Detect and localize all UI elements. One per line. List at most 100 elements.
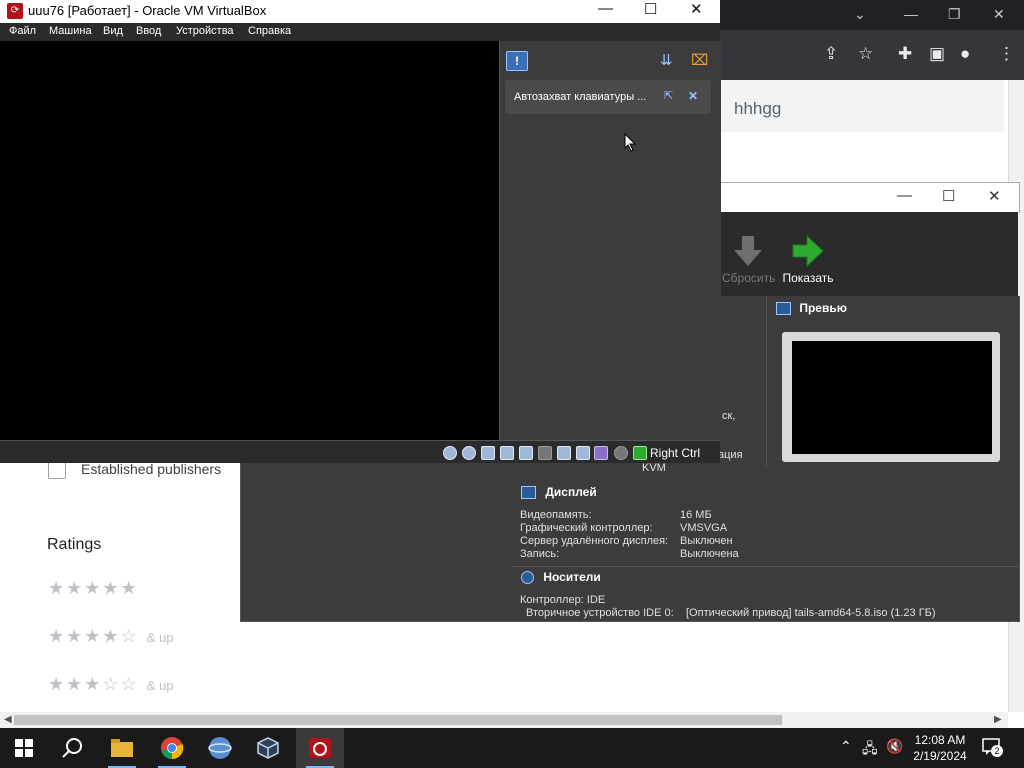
show-label: Показать xyxy=(782,271,834,285)
virtualization-status-icon[interactable] xyxy=(594,446,608,460)
vm-window-taskbar-button[interactable] xyxy=(296,728,344,768)
start-button[interactable] xyxy=(0,728,48,768)
network-tray-icon[interactable]: 🖧 xyxy=(862,738,878,762)
scrollbar-thumb[interactable] xyxy=(14,715,782,725)
chrome-close-button[interactable]: ✕ xyxy=(993,6,1005,23)
shared-folders-status-icon[interactable] xyxy=(538,446,552,460)
optical-drive-status-icon[interactable] xyxy=(462,446,476,460)
vbm-minimize-button[interactable]: — xyxy=(897,187,912,204)
display-row-label-2: Сервер удалённого дисплея: xyxy=(520,535,669,547)
volume-muted-icon[interactable]: 🔇 xyxy=(886,738,903,755)
display-row-label-0: Видеопамять: xyxy=(520,509,592,521)
horizontal-scrollbar[interactable]: ◀ ▶ xyxy=(0,712,1008,728)
vbox-manager-titlebar: — ☐ ✕ xyxy=(720,182,1020,213)
show-button[interactable]: Показать xyxy=(780,234,836,285)
rating-filter-4[interactable]: ★★★★☆ & up xyxy=(48,626,173,648)
menu-view[interactable]: Вид xyxy=(103,25,123,37)
pin-notification-icon[interactable]: ⇱ xyxy=(664,89,673,102)
vbm-close-button[interactable]: ✕ xyxy=(988,187,1001,205)
close-notification-icon[interactable]: ✕ xyxy=(688,89,698,103)
bookmark-star-icon[interactable]: ☆ xyxy=(858,44,873,64)
chrome-tab-search-icon[interactable]: ⌄ xyxy=(854,6,866,23)
vm-window-titlebar: ⟳ uuu76 [Работает] - Oracle VM VirtualBo… xyxy=(0,0,720,24)
folder-icon xyxy=(111,739,133,757)
host-key-label[interactable]: Right Ctrl xyxy=(650,446,700,460)
mouse-integration-status-icon[interactable] xyxy=(614,446,628,460)
vm-minimize-button[interactable]: — xyxy=(598,0,613,17)
clock-date: 2/19/2024 xyxy=(913,749,967,763)
vm-window-app-icon xyxy=(309,738,331,758)
menu-input[interactable]: Ввод xyxy=(136,25,161,37)
menu-devices[interactable]: Устройства xyxy=(176,25,234,37)
menu-machine[interactable]: Машина xyxy=(49,25,92,37)
search-button[interactable] xyxy=(48,728,96,768)
vm-close-button[interactable]: ✕ xyxy=(690,0,703,18)
side-panel-icon[interactable]: ▣ xyxy=(929,44,945,64)
clear-notifications-icon[interactable]: ⌧ xyxy=(691,51,708,69)
vm-statusbar: Right Ctrl xyxy=(0,440,720,463)
four-stars-icon: ★★★★☆ xyxy=(48,626,139,646)
show-arrow-icon xyxy=(792,234,824,268)
chrome-menu-icon[interactable]: ⋮ xyxy=(998,44,1015,64)
and-up-label: & up xyxy=(146,630,174,645)
notification-center-pane: ! ⇊ ⌧ Автозахват клавиатуры ... ⇱ ✕ xyxy=(499,41,721,439)
display-row-label-1: Графический контроллер: xyxy=(520,522,653,534)
scroll-right-icon[interactable]: ▶ xyxy=(994,714,1002,725)
display-row-value-2: Выключен xyxy=(680,535,733,547)
audio-status-icon[interactable] xyxy=(481,446,495,460)
reset-button[interactable]: Сбросить xyxy=(722,234,776,285)
scroll-left-icon[interactable]: ◀ xyxy=(4,714,12,725)
reset-arrow-icon xyxy=(734,236,762,266)
virtualbox-taskbar-button[interactable] xyxy=(244,728,292,768)
preview-screen xyxy=(792,341,992,454)
notifications-button[interactable]: 2 xyxy=(982,738,1003,757)
network-status-icon[interactable] xyxy=(500,446,514,460)
established-publishers-checkbox[interactable] xyxy=(48,461,66,479)
rating-filter-3[interactable]: ★★★☆☆ & up xyxy=(48,674,173,696)
menu-file[interactable]: Файл xyxy=(9,25,36,37)
recording-status-icon[interactable] xyxy=(576,446,590,460)
extensions-icon[interactable]: ✚ xyxy=(898,44,912,64)
vm-display-screen[interactable] xyxy=(0,41,499,441)
file-explorer-button[interactable] xyxy=(98,728,146,768)
ratings-heading: Ratings xyxy=(47,536,102,553)
display-status-icon[interactable] xyxy=(557,446,571,460)
hard-disk-status-icon[interactable] xyxy=(443,446,457,460)
rating-filter-5[interactable]: ★★★★★ xyxy=(48,578,139,600)
profile-avatar-icon[interactable]: ● xyxy=(960,44,970,64)
display-section-title[interactable]: Дисплей xyxy=(521,485,597,500)
reset-label: Сбросить xyxy=(722,271,776,285)
search-box[interactable]: hhhgg xyxy=(720,80,1004,132)
vbm-maximize-button[interactable]: ☐ xyxy=(942,187,955,205)
storage-device-label: Вторичное устройство IDE 0: xyxy=(526,607,674,619)
usb-status-icon[interactable] xyxy=(519,446,533,460)
virtualbox-cube-icon xyxy=(257,737,279,759)
chrome-minimize-button[interactable]: — xyxy=(904,6,918,22)
storage-device-value[interactable]: [Оптический привод] tails-amd64-5.8.iso … xyxy=(686,607,936,619)
chrome-restore-button[interactable]: ❐ xyxy=(948,6,961,23)
monitor-icon xyxy=(776,302,791,316)
network-app-button[interactable] xyxy=(196,728,244,768)
partial-details-text: ск, xyxy=(722,410,736,422)
sort-notifications-icon[interactable]: ⇊ xyxy=(660,51,673,69)
three-stars-icon: ★★★☆☆ xyxy=(48,674,139,694)
display-row-value-1: VMSVGA xyxy=(680,522,728,534)
show-hidden-icons-chevron-icon[interactable]: ⌃ xyxy=(840,738,852,755)
display-icon xyxy=(521,486,536,500)
virtualbox-app-icon: ⟳ xyxy=(7,3,23,19)
menu-help[interactable]: Справка xyxy=(248,25,291,37)
storage-section-title[interactable]: Носители xyxy=(521,570,601,585)
chrome-toolbar: ⇪ ☆ ✚ ▣ ● ⋮ xyxy=(720,30,1024,80)
system-clock[interactable]: 12:08 AM 2/19/2024 xyxy=(908,732,972,764)
keyboard-capture-status-icon[interactable] xyxy=(633,446,647,460)
windows-logo-icon xyxy=(15,739,33,757)
vm-menubar: Файл Машина Вид Ввод Устройства Справка xyxy=(0,23,720,41)
vm-maximize-button[interactable]: ☐ xyxy=(644,0,657,18)
five-stars-icon: ★★★★★ xyxy=(48,578,139,598)
share-icon[interactable]: ⇪ xyxy=(824,44,838,64)
keyboard-capture-notification[interactable]: Автозахват клавиатуры ... ⇱ ✕ xyxy=(505,80,711,114)
chrome-taskbar-button[interactable] xyxy=(148,728,196,768)
partial-details-text-2: ация xyxy=(718,449,743,461)
notification-center-icon[interactable]: ! xyxy=(506,51,528,71)
preview-separator xyxy=(766,296,767,466)
